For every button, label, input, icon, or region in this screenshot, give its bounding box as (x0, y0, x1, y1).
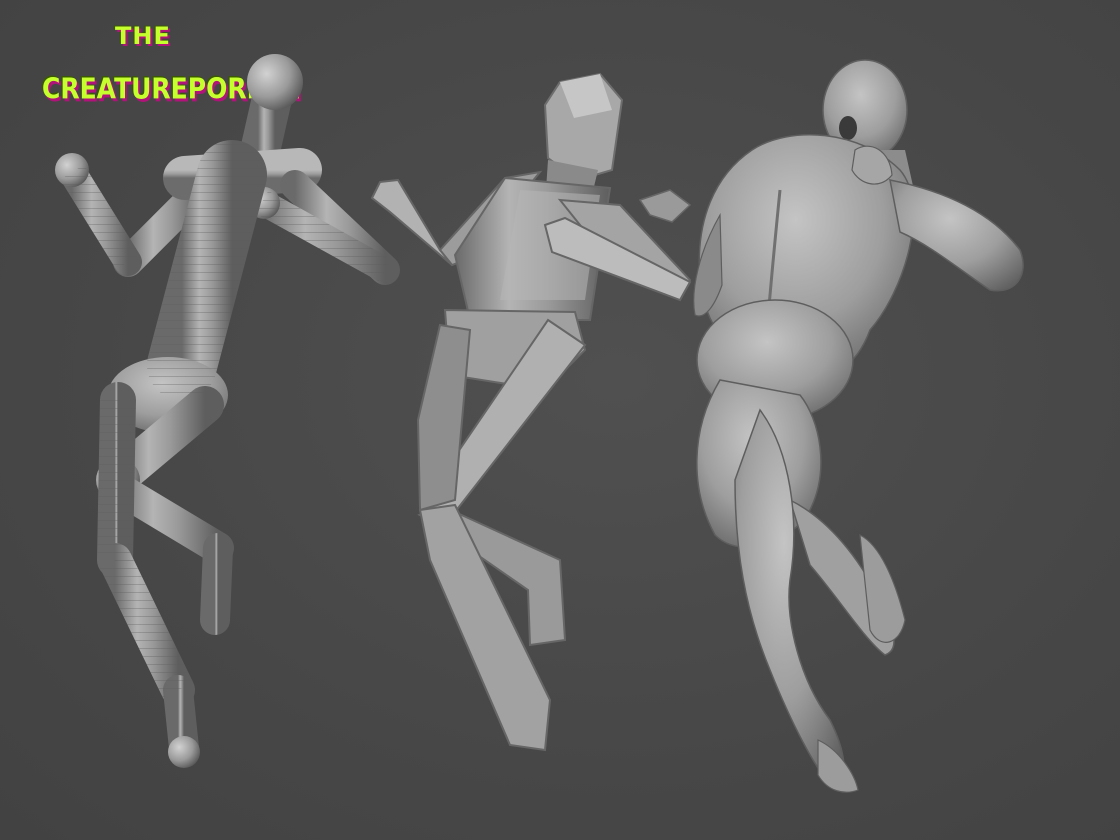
low-poly-blockout-figure (370, 72, 692, 752)
figures-render (55, 54, 1024, 793)
segmented-mannequin-figure (55, 54, 400, 768)
viewport-canvas: THE CREATUREPORIUM (0, 0, 1120, 840)
sculpted-muscular-figure (693, 59, 1024, 793)
